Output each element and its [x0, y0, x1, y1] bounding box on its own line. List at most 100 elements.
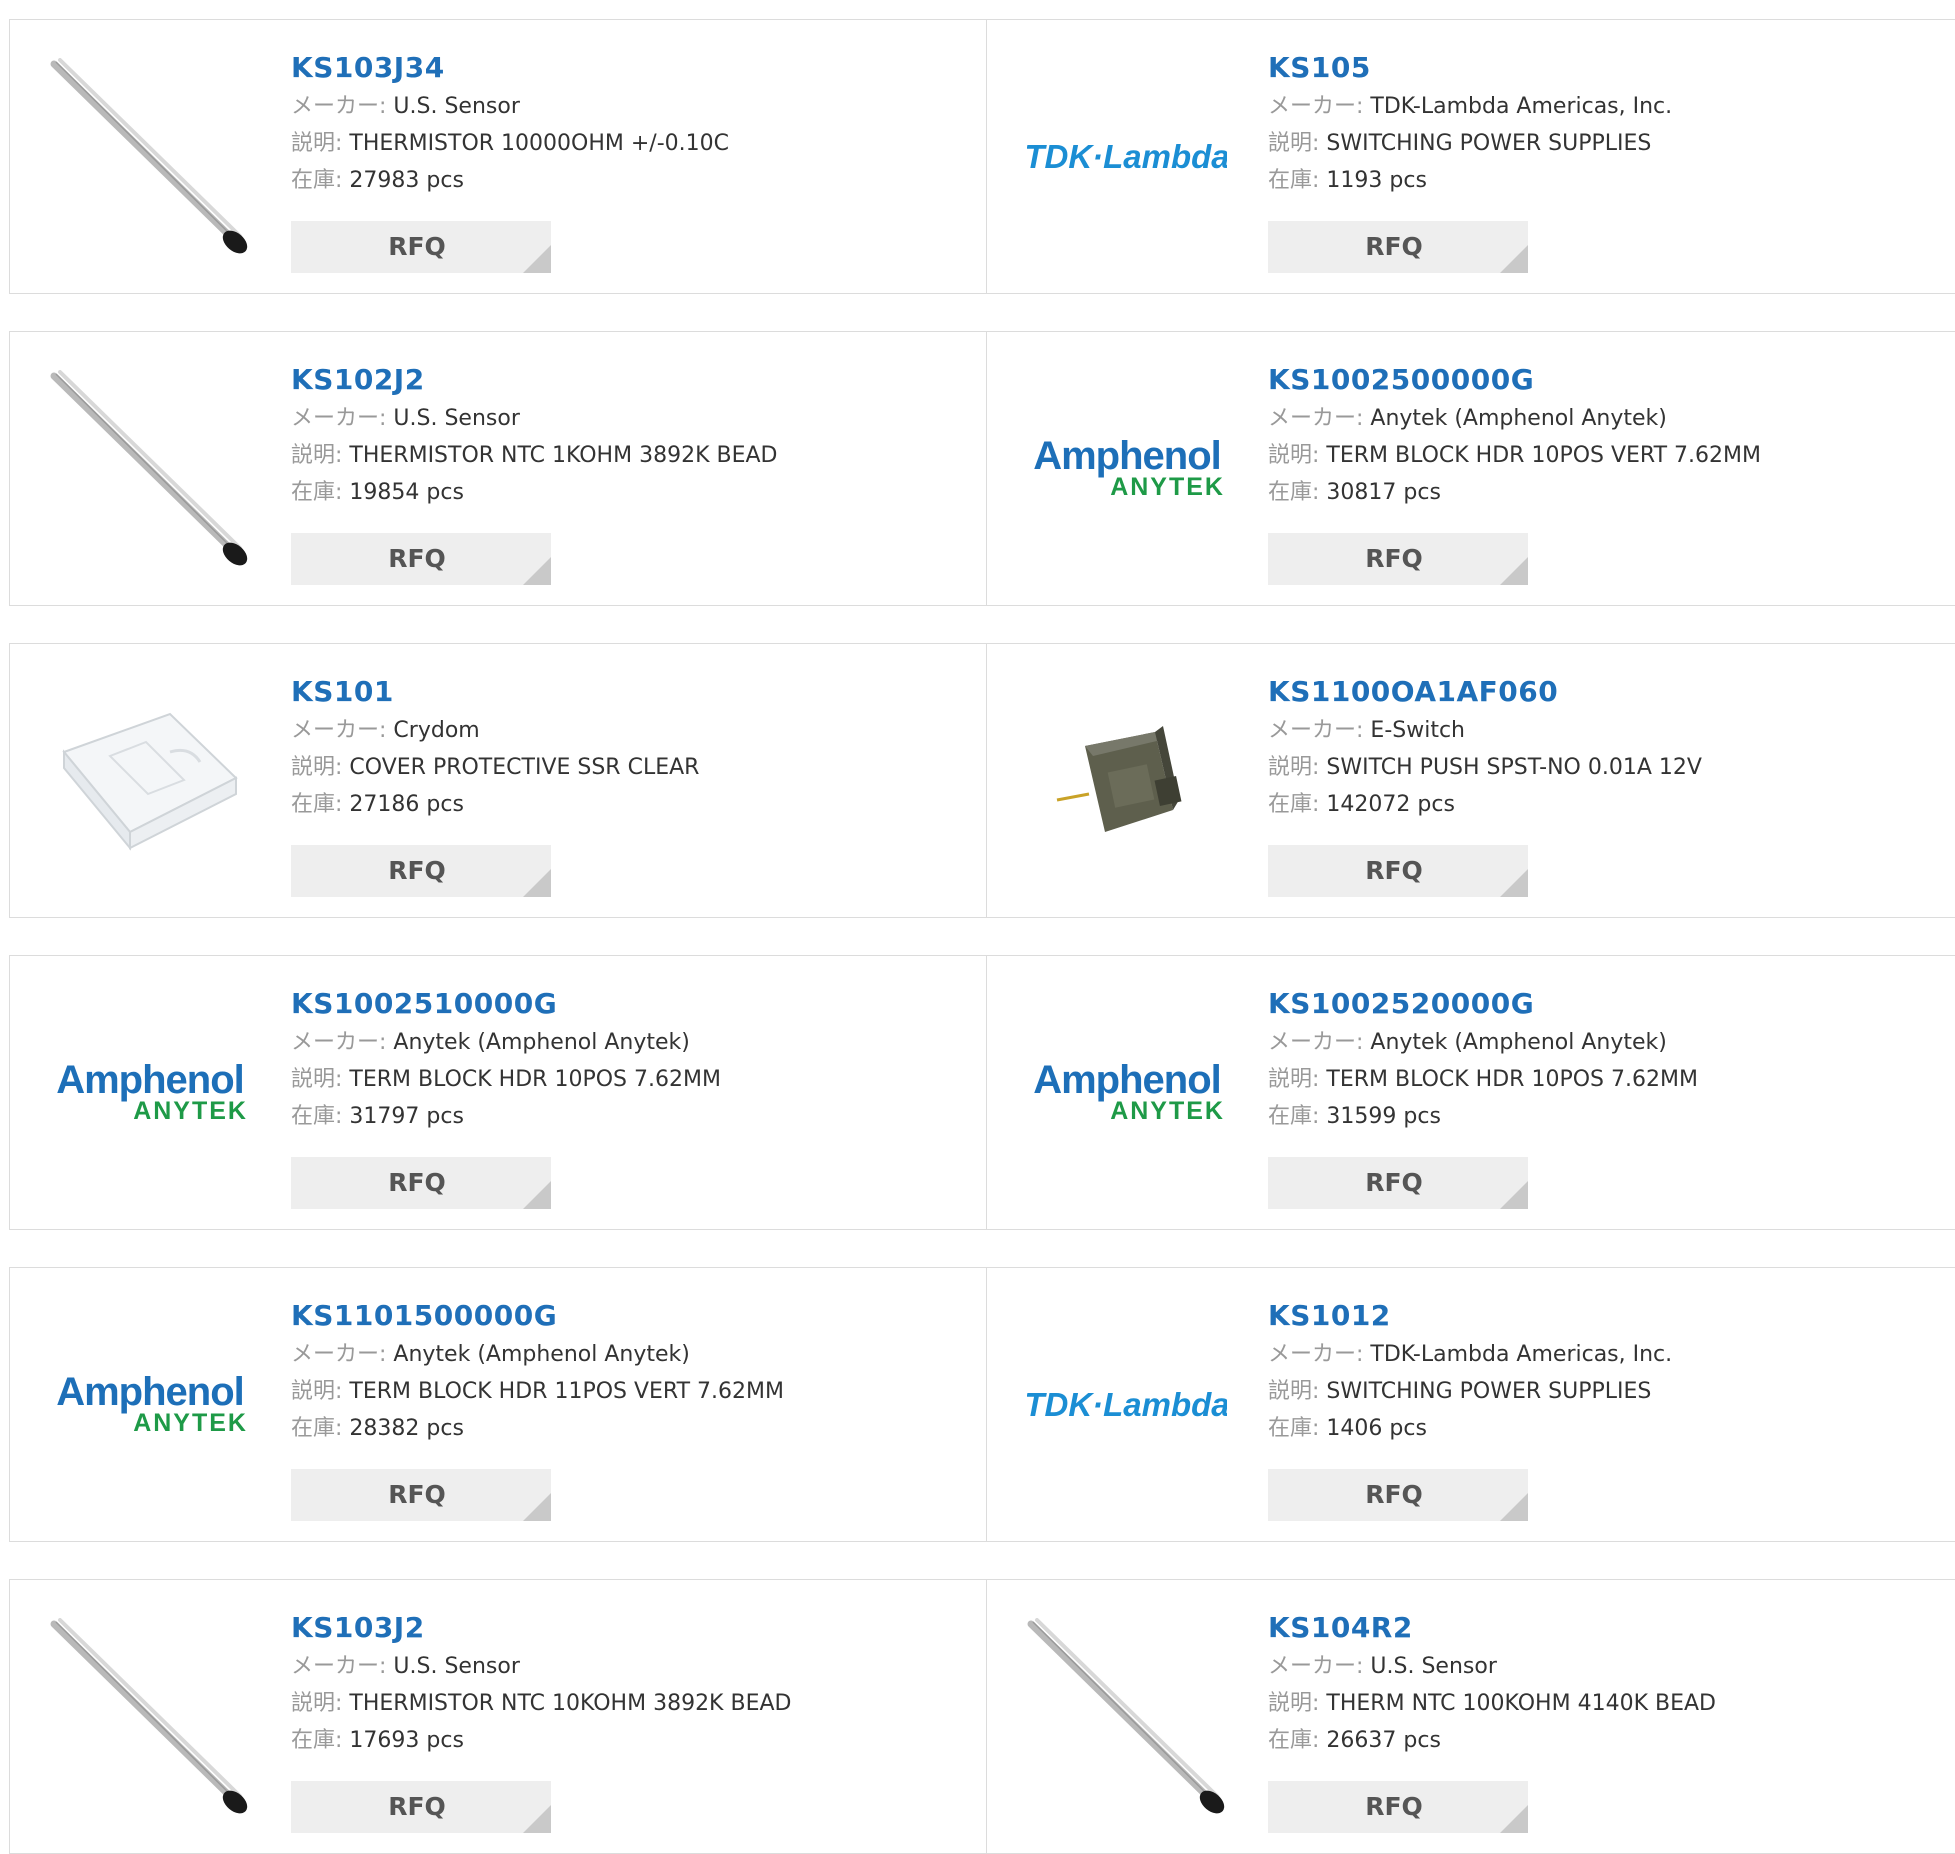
product-card: Amphenol ANYTEK KS1101500000G メーカー: Anyte…	[9, 1267, 987, 1542]
maker-value: U.S. Sensor	[1370, 1654, 1497, 1679]
part-number-link[interactable]: KS1012	[1268, 1296, 1672, 1336]
anytek-logo-text: ANYTEK	[1110, 473, 1225, 501]
rfq-button[interactable]: RFQ	[291, 1469, 551, 1521]
part-number-link[interactable]: KS1100OA1AF060	[1268, 672, 1702, 712]
part-number-link[interactable]: KS1002510000G	[291, 984, 721, 1024]
amphenol-logo-text: Amphenol	[1033, 1059, 1221, 1102]
product-image[interactable]	[50, 682, 250, 882]
product-card: KS102J2 メーカー: U.S. Sensor 説明: THERMISTOR…	[9, 331, 987, 606]
maker-label: メーカー:	[291, 718, 387, 743]
desc-value: THERM NTC 100KOHM 4140K BEAD	[1326, 1691, 1716, 1716]
stock-label: 在庫:	[1268, 168, 1320, 193]
maker-label: メーカー:	[291, 1654, 387, 1679]
product-card: TDK·Lambda KS1012 メーカー: TDK-Lambda Ameri…	[986, 1267, 1955, 1542]
product-image[interactable]: TDK·Lambda	[1027, 1306, 1227, 1506]
product-image[interactable]: Amphenol ANYTEK	[50, 994, 250, 1194]
desc-value: SWITCHING POWER SUPPLIES	[1326, 131, 1652, 156]
maker-value: U.S. Sensor	[393, 406, 520, 431]
rfq-button[interactable]: RFQ	[1268, 1157, 1528, 1209]
rfq-button[interactable]: RFQ	[1268, 1469, 1528, 1521]
tdk-lambda-logo-text: TDK·Lambda	[1027, 138, 1227, 175]
part-number-link[interactable]: KS101	[291, 672, 699, 712]
stock-label: 在庫:	[1268, 1416, 1320, 1441]
rfq-button[interactable]: RFQ	[291, 1157, 551, 1209]
amphenol-logo-text: Amphenol	[56, 1059, 244, 1102]
tdk-lambda-logo: TDK·Lambda	[1027, 138, 1227, 175]
rfq-button[interactable]: RFQ	[1268, 1781, 1528, 1833]
maker-value: Anytek (Amphenol Anytek)	[393, 1030, 690, 1055]
part-number-link[interactable]: KS1101500000G	[291, 1296, 784, 1336]
part-number-link[interactable]: KS1002520000G	[1268, 984, 1698, 1024]
desc-label: 説明:	[291, 443, 343, 468]
product-image[interactable]: Amphenol ANYTEK	[50, 1306, 250, 1506]
desc-label: 説明:	[291, 755, 343, 780]
stock-label: 在庫:	[1268, 1104, 1320, 1129]
product-image[interactable]: Amphenol ANYTEK	[1027, 994, 1227, 1194]
product-card: KS103J2 メーカー: U.S. Sensor 説明: THERMISTOR…	[9, 1579, 987, 1854]
rfq-label: RFQ	[1365, 544, 1423, 573]
part-number-link[interactable]: KS1002500000G	[1268, 360, 1761, 400]
stock-value: 28382 pcs	[349, 1416, 464, 1441]
product-image[interactable]	[1027, 1618, 1227, 1818]
stock-value: 142072 pcs	[1326, 792, 1455, 817]
maker-label: メーカー:	[1268, 1030, 1364, 1055]
rfq-corner-decoration	[1500, 245, 1528, 273]
maker-label: メーカー:	[1268, 1654, 1364, 1679]
product-grid: KS103J34 メーカー: U.S. Sensor 説明: THERMISTO…	[0, 0, 1955, 1854]
maker-label: メーカー:	[291, 406, 387, 431]
tdk-lambda-logo: TDK·Lambda	[1027, 1386, 1227, 1423]
desc-value: TERM BLOCK HDR 10POS VERT 7.62MM	[1326, 443, 1761, 468]
stock-label: 在庫:	[291, 480, 343, 505]
product-image[interactable]: TDK·Lambda	[1027, 58, 1227, 258]
product-image[interactable]	[50, 58, 250, 258]
desc-label: 説明:	[1268, 1067, 1320, 1092]
product-image[interactable]	[50, 370, 250, 570]
part-number-link[interactable]: KS103J34	[291, 48, 729, 88]
rfq-label: RFQ	[388, 856, 446, 885]
rfq-button[interactable]: RFQ	[291, 845, 551, 897]
stock-value: 31599 pcs	[1326, 1104, 1441, 1129]
maker-label: メーカー:	[291, 94, 387, 119]
rfq-button[interactable]: RFQ	[1268, 845, 1528, 897]
rfq-button[interactable]: RFQ	[1268, 533, 1528, 585]
rfq-button[interactable]: RFQ	[291, 1781, 551, 1833]
product-card: Amphenol ANYTEK KS1002520000G メーカー: Anyte…	[986, 955, 1955, 1230]
maker-value: U.S. Sensor	[393, 94, 520, 119]
part-number-link[interactable]: KS102J2	[291, 360, 777, 400]
maker-label: メーカー:	[1268, 718, 1364, 743]
maker-label: メーカー:	[1268, 1342, 1364, 1367]
product-image[interactable]: Amphenol ANYTEK	[1027, 370, 1227, 570]
stock-label: 在庫:	[1268, 1728, 1320, 1753]
rfq-corner-decoration	[1500, 1181, 1528, 1209]
product-image[interactable]	[1027, 682, 1227, 882]
part-number-link[interactable]: KS103J2	[291, 1608, 791, 1648]
amphenol-anytek-logo: AmphenolANYTEK	[1033, 1059, 1223, 1125]
rfq-label: RFQ	[1365, 1480, 1423, 1509]
rfq-corner-decoration	[523, 1805, 551, 1833]
part-number-link[interactable]: KS105	[1268, 48, 1672, 88]
maker-value: E-Switch	[1370, 718, 1465, 743]
rfq-corner-decoration	[1500, 1493, 1528, 1521]
rfq-button[interactable]: RFQ	[291, 221, 551, 273]
thermistor-probe-image	[50, 370, 248, 566]
maker-label: メーカー:	[291, 1030, 387, 1055]
thermistor-probe-image	[50, 1618, 248, 1814]
product-image[interactable]	[50, 1618, 250, 1818]
rfq-label: RFQ	[388, 1792, 446, 1821]
rfq-button[interactable]: RFQ	[291, 533, 551, 585]
desc-label: 説明:	[291, 1379, 343, 1404]
tdk-lambda-logo-text: TDK·Lambda	[1027, 1386, 1227, 1423]
thermistor-probe-image	[1027, 1618, 1225, 1814]
rfq-corner-decoration	[1500, 557, 1528, 585]
maker-value: TDK-Lambda Americas, Inc.	[1370, 94, 1673, 119]
part-number-link[interactable]: KS104R2	[1268, 1608, 1716, 1648]
amphenol-anytek-logo: AmphenolANYTEK	[56, 1059, 246, 1125]
desc-value: THERMISTOR 10000OHM +/-0.10C	[349, 131, 730, 156]
stock-label: 在庫:	[291, 1104, 343, 1129]
push-switch-image	[1056, 726, 1182, 832]
amphenol-anytek-logo: AmphenolANYTEK	[1033, 435, 1225, 501]
maker-label: メーカー:	[1268, 406, 1364, 431]
stock-value: 1193 pcs	[1326, 168, 1427, 193]
desc-value: COVER PROTECTIVE SSR CLEAR	[349, 755, 700, 780]
rfq-button[interactable]: RFQ	[1268, 221, 1528, 273]
